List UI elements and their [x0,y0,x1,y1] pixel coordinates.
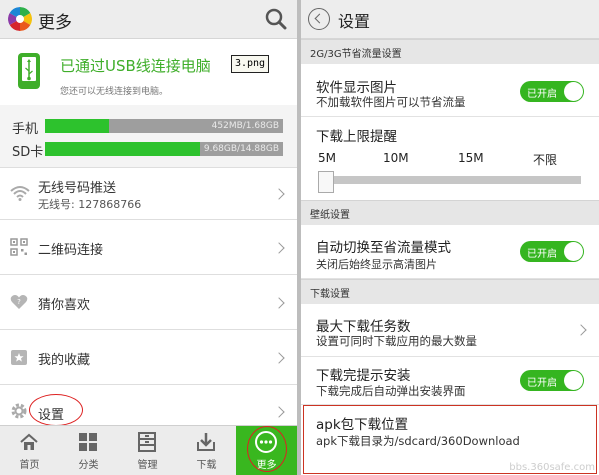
toggle-label: 已开启 [527,378,557,389]
image-tag-label: 3.png [231,55,269,73]
setting-title: 自动切换至省流量模式 [316,240,451,256]
setting-title: 下载上限提醒 [316,129,397,145]
right-screen: 设置 2G/3G节省流量设置 软件显示图片 不加载软件图片可以节省流量 已开启 … [301,0,599,475]
show-images-toggle[interactable]: 已开启 [520,81,584,102]
slider-tick-unlimited: 不限 [533,153,558,167]
toggle-knob [564,82,583,101]
storage-section: 手机 452MB/1.68GB SD卡 9.68GB/14.88GB [0,110,297,165]
tab-categories[interactable]: 分类 [59,426,118,475]
left-header: 更多 [0,0,297,39]
auto-switch-toggle[interactable]: 已开启 [520,241,584,262]
download-icon [197,433,215,451]
tab-manage[interactable]: 管理 [118,426,177,475]
chevron-right-icon [273,406,285,418]
sd-storage-fill [45,142,200,156]
sd-storage-text: 9.68GB/14.88GB [203,144,279,154]
phone-storage-label: 手机 [12,122,39,137]
setting-max-tasks[interactable]: 最大下载任务数 设置可同时下载应用的最大数量 [301,304,599,357]
home-icon [20,433,38,450]
setting-auto-switch[interactable]: 自动切换至省流量模式 关闭后始终显示高清图片 已开启 [301,225,599,279]
setting-title: 软件显示图片 [316,80,397,96]
phone-storage-text: 452MB/1.68GB [211,121,279,131]
setting-install-prompt[interactable]: 下载完提示安装 下载完成后自动弹出安装界面 已开启 [301,357,599,405]
section-header-download: 下载设置 [301,279,599,305]
grid-icon [79,433,97,451]
tab-label: 分类 [78,460,99,471]
toggle-knob [564,242,583,261]
sd-storage-bar: 9.68GB/14.88GB [45,142,283,156]
menu-item-recommendations[interactable]: ? 猜你喜欢 [0,274,297,330]
star-folder-icon [11,350,27,365]
section-label: 下载设置 [310,289,350,300]
setting-subtitle: 不加载软件图片可以节省流量 [316,95,466,109]
menu-item-favorites[interactable]: 我的收藏 [0,329,297,385]
tab-label: 首页 [19,460,40,471]
usb-status-title: 已通过USB线连接电脑 [60,57,211,75]
menu-item-wireless-push[interactable]: 无线号码推送 无线号: 127868766 [0,167,297,220]
watermark-text: bbs.360safe.com [509,462,595,473]
setting-subtitle: 关闭后始终显示高清图片 [316,258,437,271]
download-limit-slider-handle[interactable] [318,171,334,193]
tab-label: 管理 [137,460,158,471]
section-header-traffic: 2G/3G节省流量设置 [301,39,599,65]
setting-show-images[interactable]: 软件显示图片 不加载软件图片可以节省流量 已开启 [301,64,599,117]
gear-icon [11,403,27,419]
chevron-right-icon [273,242,285,254]
left-screen: 更多 已通过USB线连接电脑 您还可以无线连接到电脑。 3.png 手机 452… [0,0,297,475]
menu-item-label: 猜你喜欢 [38,298,91,313]
settings-highlight-circle [29,394,83,426]
install-prompt-toggle[interactable]: 已开启 [520,370,584,391]
wifi-icon [10,186,30,201]
phone-storage-bar: 452MB/1.68GB [45,119,283,133]
slider-tick-15m: 15M [458,151,484,165]
chevron-right-icon [273,297,285,309]
toggle-knob [564,371,583,390]
setting-title: 下载完提示安装 [316,368,411,384]
svg-text:?: ? [17,298,21,306]
chevron-right-icon [273,188,285,200]
phone-storage-fill [45,119,110,133]
heart-icon: ? [10,295,28,309]
qr-code-icon [10,238,28,256]
more-tab-highlight-circle [247,426,287,472]
section-label: 壁纸设置 [310,210,350,221]
menu-item-label: 二维码连接 [38,243,104,258]
section-header-wallpaper: 壁纸设置 [301,200,599,226]
wireless-number-text: 无线号: 127868766 [38,198,142,211]
manage-icon [138,432,156,452]
settings-title: 设置 [338,12,371,31]
sd-storage-label: SD卡 [12,145,44,160]
page-title: 更多 [38,13,72,33]
chevron-right-icon [273,352,285,364]
toggle-label: 已开启 [527,249,557,260]
menu-item-label: 我的收藏 [38,353,91,368]
setting-title: 最大下载任务数 [316,319,411,335]
usb-status-subtitle: 您还可以无线连接到电脑。 [60,87,169,97]
app-logo-icon [8,7,32,31]
toggle-label: 已开启 [527,89,557,100]
slider-tick-10m: 10M [383,151,409,165]
tab-home[interactable]: 首页 [0,426,59,475]
chevron-right-icon [575,324,587,336]
menu-item-label: 无线号码推送 [38,181,117,196]
tab-download[interactable]: 下载 [177,426,236,475]
section-label: 2G/3G节省流量设置 [310,49,402,60]
menu-item-qr-connect[interactable]: 二维码连接 [0,219,297,275]
slider-tick-5m: 5M [318,151,336,165]
setting-subtitle: 下载完成后自动弹出安装界面 [316,384,466,398]
tab-label: 下载 [196,460,217,471]
setting-subtitle: 设置可同时下载应用的最大数量 [316,334,477,348]
usb-icon [25,59,33,81]
download-limit-slider[interactable] [319,176,581,184]
search-icon[interactable] [265,8,287,34]
settings-header: 设置 [301,0,599,39]
back-icon[interactable] [308,8,330,30]
